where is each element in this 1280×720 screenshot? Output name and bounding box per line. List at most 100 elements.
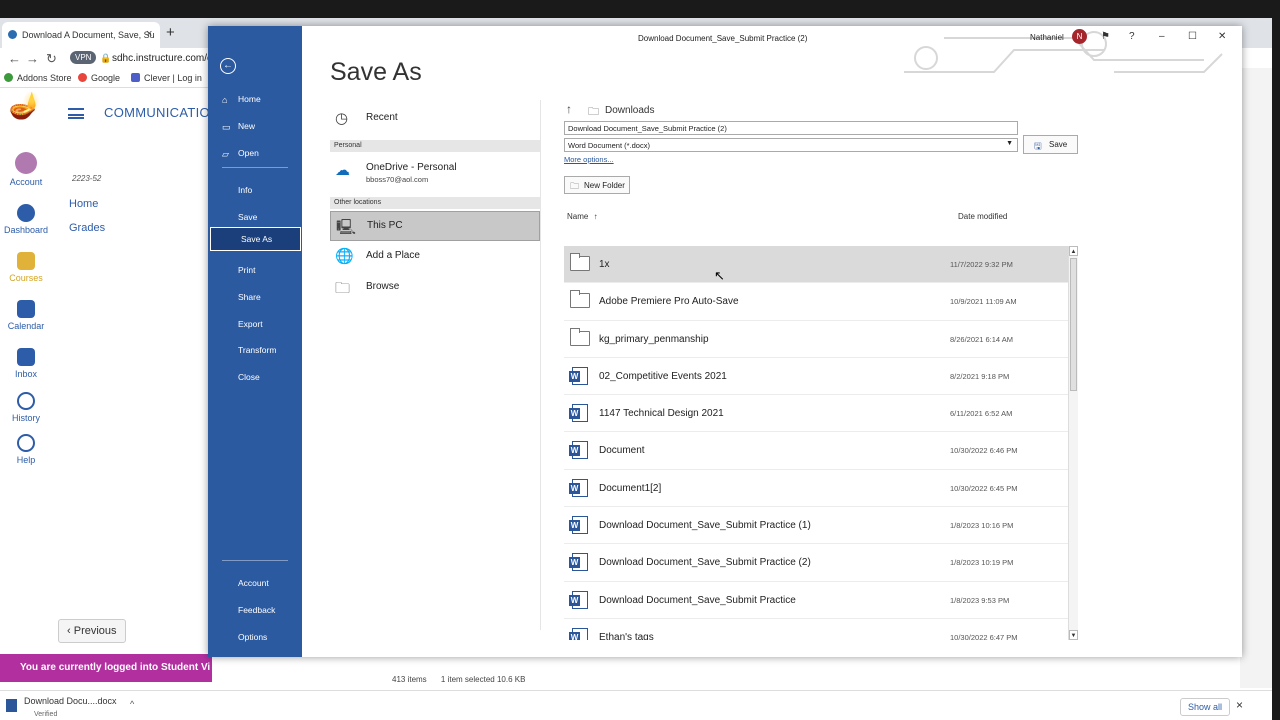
backstage-transform[interactable]: Transform: [208, 339, 302, 363]
file-row[interactable]: Download Document_Save_Submit Practice (…: [564, 507, 1068, 545]
file-row[interactable]: Document 10/30/2022 6:46 PM: [564, 432, 1068, 470]
nav-courses[interactable]: Courses: [0, 252, 52, 283]
backstage-share[interactable]: Share: [208, 286, 302, 310]
bookmark-clever[interactable]: Clever | Log in: [131, 73, 202, 83]
save-locations: ◷ Recent Personal ☁ OneDrive - Personal …: [330, 100, 540, 650]
folder-icon: [570, 253, 590, 271]
calendar-icon: [17, 300, 35, 318]
forward-arrow-icon[interactable]: →: [26, 51, 39, 66]
dropdown-arrow-icon: ▼: [1006, 140, 1013, 147]
new-folder-button[interactable]: 🗀 New Folder: [564, 176, 630, 194]
backstage-home[interactable]: ⌂ Home: [208, 88, 302, 112]
location-browse[interactable]: 🗀 Browse: [330, 273, 540, 303]
tab-close-icon[interactable]: ×: [146, 28, 152, 40]
file-row[interactable]: Document1[2] 10/30/2022 6:45 PM: [564, 470, 1068, 508]
previous-button[interactable]: ‹ Previous: [58, 619, 126, 643]
word-doc-icon: [569, 516, 588, 535]
mouse-cursor-icon: ↖: [714, 268, 725, 283]
location-add-place[interactable]: 🌐 Add a Place: [330, 242, 540, 272]
file-row[interactable]: Download Document_Save_Submit Practice (…: [564, 544, 1068, 582]
minimize-icon[interactable]: –: [1159, 31, 1165, 42]
open-folder-icon: ▱: [222, 149, 229, 159]
selection-info: 1 item selected 10.6 KB: [440, 675, 526, 684]
backstage-print[interactable]: Print: [208, 259, 302, 283]
folder-open-icon: 🗀: [335, 280, 351, 297]
clever-icon: [131, 73, 140, 82]
current-folder[interactable]: Downloads: [605, 105, 654, 116]
canvas-global-nav: 🪔 Account Dashboard Courses Calendar Inb…: [0, 88, 52, 648]
bookmark-addons[interactable]: Addons Store: [4, 73, 72, 83]
user-name[interactable]: Nathaniel: [1030, 33, 1064, 42]
close-downloads-icon[interactable]: ×: [1236, 698, 1243, 712]
download-file-name[interactable]: Download Docu....docx: [24, 696, 117, 706]
close-icon[interactable]: ✕: [1218, 31, 1226, 42]
backstage-new[interactable]: ▭ New: [208, 115, 302, 139]
location-this-pc[interactable]: 🖳 This PC: [330, 211, 540, 241]
file-row[interactable]: kg_primary_penmanship 8/26/2021 6:14 AM: [564, 321, 1068, 358]
computer-icon: 🖳: [336, 219, 357, 236]
vpn-badge[interactable]: VPN: [70, 51, 97, 64]
file-date: 10/9/2021 11:09 AM: [950, 297, 1017, 307]
course-title[interactable]: COMMUNICATION: [104, 105, 220, 120]
show-all-button[interactable]: Show all: [1180, 698, 1231, 716]
course-nav-home[interactable]: Home: [69, 198, 98, 210]
file-type-select[interactable]: Word Document (*.docx) ▼: [564, 138, 1018, 152]
chevron-up-icon[interactable]: ^: [130, 699, 134, 709]
backstage-info[interactable]: Info: [208, 179, 302, 203]
column-header-date[interactable]: Date modified: [958, 212, 1007, 221]
nav-dashboard[interactable]: Dashboard: [0, 204, 52, 235]
file-name: 1147 Technical Design 2021: [599, 408, 724, 420]
file-row[interactable]: Ethan's tags 10/30/2022 6:47 PM: [564, 619, 1068, 640]
help-button[interactable]: ?: [1129, 31, 1135, 42]
nav-calendar[interactable]: Calendar: [0, 300, 52, 331]
browser-tab[interactable]: Download A Document, Save, Su ×: [2, 22, 160, 48]
new-tab-button[interactable]: +: [166, 24, 175, 41]
scroll-up-icon[interactable]: ▲: [1069, 246, 1078, 256]
reload-icon[interactable]: ↻: [46, 51, 57, 67]
up-arrow-icon[interactable]: ↑: [566, 102, 572, 116]
course-nav-grades[interactable]: Grades: [69, 222, 105, 234]
new-doc-icon: ▭: [222, 122, 231, 132]
back-arrow-icon[interactable]: ←: [220, 58, 236, 74]
word-doc-icon: [569, 366, 588, 385]
back-arrow-icon[interactable]: ←: [8, 51, 21, 66]
hamburger-menu-icon[interactable]: [68, 108, 84, 119]
backstage-close[interactable]: Close: [208, 366, 302, 390]
backstage-options[interactable]: Options: [208, 626, 302, 650]
file-name-input[interactable]: Download Document_Save_Submit Practice (…: [564, 121, 1018, 135]
history-icon: [17, 392, 35, 410]
backstage-feedback[interactable]: Feedback: [208, 599, 302, 623]
location-recent[interactable]: ◷ Recent: [330, 104, 540, 134]
dashboard-icon: [17, 204, 35, 222]
backstage-open[interactable]: ▱ Open: [208, 142, 302, 166]
nav-history[interactable]: History: [0, 392, 52, 423]
nav-help[interactable]: Help: [0, 434, 52, 465]
user-avatar[interactable]: N: [1072, 29, 1087, 44]
file-row[interactable]: 1147 Technical Design 2021 6/11/2021 6:52…: [564, 395, 1068, 433]
file-name: Ethan's tags: [599, 631, 654, 640]
column-header-name[interactable]: Name ↑: [567, 212, 598, 221]
file-row[interactable]: 02_Competitive Events 2021 8/2/2021 9:18 …: [564, 358, 1068, 396]
bookmark-google[interactable]: Google: [78, 73, 120, 83]
backstage-account[interactable]: Account: [208, 572, 302, 596]
file-row[interactable]: 1x 11/7/2022 9:32 PM: [564, 246, 1068, 284]
coauthor-icon[interactable]: ⚑: [1101, 31, 1110, 42]
nav-account[interactable]: Account: [0, 152, 52, 187]
globe-icon: 🌐: [335, 248, 354, 265]
file-row[interactable]: Download Document_Save_Submit Practice 1/…: [564, 582, 1068, 619]
nav-inbox[interactable]: Inbox: [0, 348, 52, 379]
file-row[interactable]: Adobe Premiere Pro Auto-Save 10/9/2021 11…: [564, 283, 1068, 321]
maximize-icon[interactable]: ☐: [1188, 31, 1197, 42]
save-button[interactable]: 🖫 Save: [1023, 135, 1078, 154]
file-list-scrollbar[interactable]: ▲ ▼: [1068, 246, 1078, 640]
item-count: 413 items: [392, 675, 427, 684]
school-logo-icon: 🪔: [8, 90, 42, 120]
course-code: 2223-52: [72, 174, 102, 183]
more-options-link[interactable]: More options...: [564, 155, 614, 164]
backstage-export[interactable]: Export: [208, 313, 302, 337]
scroll-down-icon[interactable]: ▼: [1069, 630, 1078, 640]
backstage-save-as[interactable]: Save As: [210, 227, 301, 251]
location-onedrive[interactable]: ☁ OneDrive - Personal bboss70@aol.com: [330, 156, 540, 186]
url-input[interactable]: sdhc.instructure.com/c: [112, 53, 212, 64]
scroll-thumb[interactable]: [1070, 258, 1077, 391]
